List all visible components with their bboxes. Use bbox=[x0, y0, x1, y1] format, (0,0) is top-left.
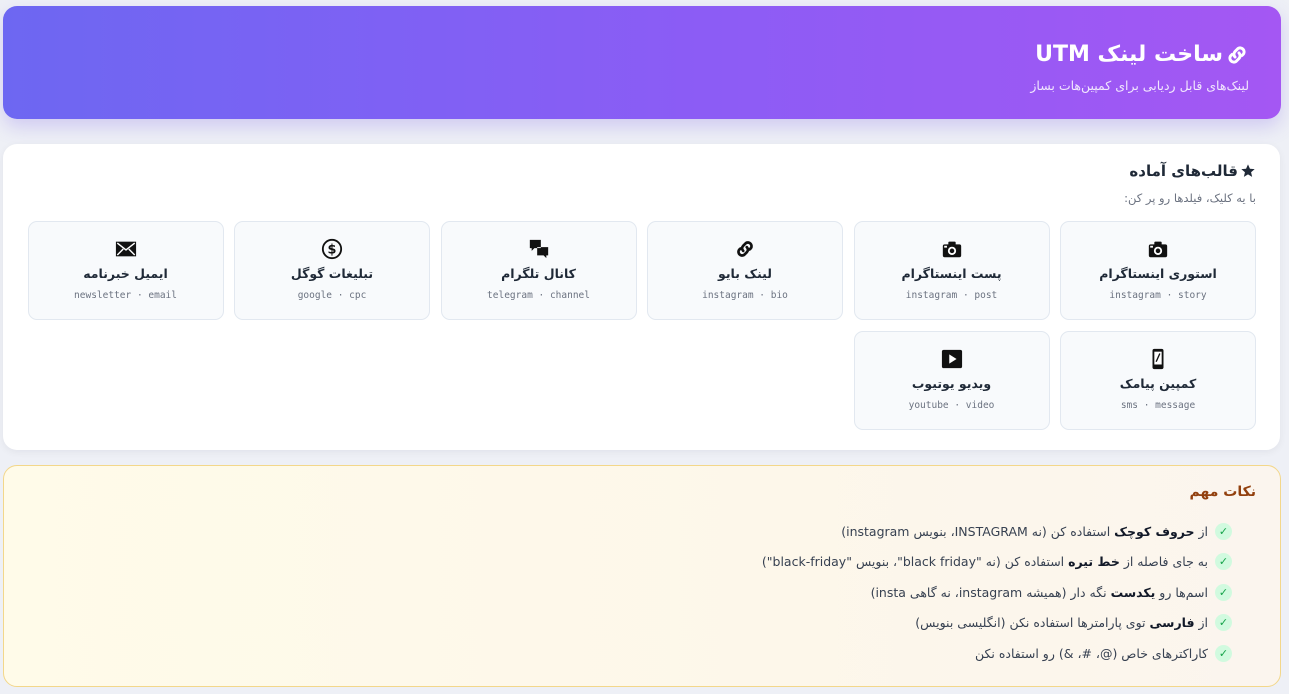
template-name: استوری اینستاگرام bbox=[1099, 266, 1217, 281]
template-tags: instagram · post bbox=[905, 290, 998, 301]
link-icon bbox=[734, 238, 756, 260]
template-sms-campaign[interactable]: کمپین پیامک sms · message bbox=[1060, 331, 1256, 430]
template-name: تبلیغات گوگل bbox=[290, 266, 374, 281]
tip-text: کاراکترهای خاص (@، #، &) رو استفاده نکن bbox=[974, 645, 1208, 661]
template-name: پست اینستاگرام bbox=[901, 266, 1002, 281]
tip-item: ✓ اسم‌ها رو یکدست نگه دار (همیشه instagr… bbox=[762, 577, 1232, 608]
check-icon: ✓ bbox=[1215, 644, 1232, 662]
check-icon: ✓ bbox=[1215, 583, 1232, 601]
check-icon: ✓ bbox=[1215, 614, 1232, 632]
camera-icon bbox=[941, 238, 963, 260]
template-tags: instagram · story bbox=[1109, 290, 1207, 301]
tip-item: ✓ از فارسی توی پارامترها استفاده نکن (ان… bbox=[762, 608, 1232, 639]
tips-title: نکات مهم bbox=[1189, 484, 1257, 500]
tip-text: اسم‌ها رو یکدست نگه دار (همیشه instagram… bbox=[870, 584, 1208, 600]
template-tags: google · cpc bbox=[297, 290, 367, 301]
templates-grid: استوری اینستاگرام instagram · story پست … bbox=[27, 221, 1256, 430]
template-name: ویدیو یوتیوب bbox=[911, 376, 992, 391]
play-button-icon bbox=[941, 348, 963, 370]
check-icon: ✓ bbox=[1215, 522, 1232, 540]
tip-text: از فارسی توی پارامترها استفاده نکن (انگل… bbox=[915, 615, 1208, 631]
utm-builder-page: ساخت لینک UTM لینک‌های قابل ردیابی برای … bbox=[0, 0, 1289, 694]
template-instagram-story[interactable]: استوری اینستاگرام instagram · story bbox=[1060, 221, 1256, 320]
svg-text:$: $ bbox=[328, 243, 337, 258]
tip-item: ✓ به جای فاصله از خط تیره استفاده کن (نه… bbox=[762, 547, 1232, 578]
camera-icon bbox=[1147, 238, 1169, 260]
tip-item: ✓ کاراکترهای خاص (@، #، &) رو استفاده نک… bbox=[762, 638, 1232, 669]
templates-hint: با یه کلیک، فیلدها رو پر کن: bbox=[1124, 191, 1256, 205]
dollar-icon: $ bbox=[321, 238, 343, 260]
tips-panel: نکات مهم ✓ از حروف کوچک استفاده کن (نه I… bbox=[3, 465, 1281, 687]
template-name: لینک بایو bbox=[718, 266, 772, 281]
tip-text: از حروف کوچک استفاده کن (نه INSTAGRAM، ب… bbox=[841, 523, 1208, 539]
template-tags: instagram · bio bbox=[702, 290, 788, 301]
template-tags: telegram · channel bbox=[487, 290, 590, 301]
templates-title: قالب‌های آماده bbox=[1129, 162, 1238, 180]
tip-text: به جای فاصله از خط تیره استفاده کن (نه "… bbox=[761, 554, 1208, 570]
template-telegram-channel[interactable]: کانال تلگرام telegram · channel bbox=[440, 221, 637, 320]
template-name: کمپین پیامک bbox=[1119, 376, 1197, 391]
page-subtitle: لینک‌های قابل ردیابی برای کمپین‌هات بساز bbox=[1030, 78, 1249, 93]
mobile-phone-icon bbox=[1147, 348, 1169, 370]
template-tags: sms · message bbox=[1120, 400, 1196, 411]
templates-panel: قالب‌های آماده با یه کلیک، فیلدها رو پر … bbox=[3, 144, 1280, 450]
template-tags: newsletter · email bbox=[74, 290, 177, 301]
header-title-row: ساخت لینک UTM bbox=[1035, 42, 1249, 67]
envelope-icon bbox=[115, 238, 137, 260]
template-name: کانال تلگرام bbox=[501, 266, 576, 281]
template-google-ads[interactable]: $ تبلیغات گوگل google · cpc bbox=[234, 221, 430, 320]
template-email-newsletter[interactable]: ایمیل خبرنامه newsletter · email bbox=[27, 221, 224, 320]
page-header: ساخت لینک UTM لینک‌های قابل ردیابی برای … bbox=[3, 6, 1281, 119]
link-icon bbox=[1225, 43, 1249, 67]
page-title: ساخت لینک UTM bbox=[1035, 42, 1223, 67]
tips-list: ✓ از حروف کوچک استفاده کن (نه INSTAGRAM،… bbox=[762, 516, 1232, 669]
template-link-bio[interactable]: لینک بایو instagram · bio bbox=[647, 221, 843, 320]
star-icon bbox=[1240, 163, 1256, 179]
template-instagram-post[interactable]: پست اینستاگرام instagram · post bbox=[853, 221, 1050, 320]
templates-heading: قالب‌های آماده bbox=[1129, 162, 1256, 180]
template-tags: youtube · video bbox=[908, 400, 995, 411]
check-icon: ✓ bbox=[1215, 553, 1232, 571]
tip-item: ✓ از حروف کوچک استفاده کن (نه INSTAGRAM،… bbox=[762, 516, 1232, 547]
speech-bubbles-icon bbox=[528, 238, 550, 260]
template-youtube-video[interactable]: ویدیو یوتیوب youtube · video bbox=[853, 331, 1050, 430]
template-name: ایمیل خبرنامه bbox=[83, 266, 168, 281]
